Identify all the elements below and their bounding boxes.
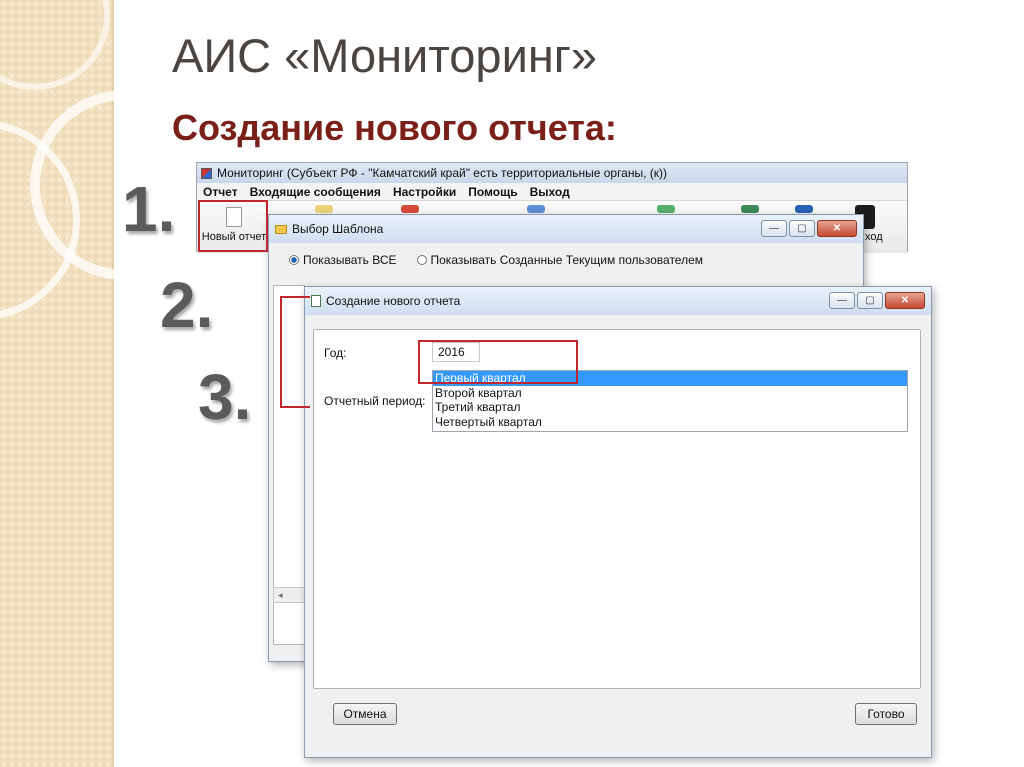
menu-item-incoming[interactable]: Входящие сообщения	[250, 185, 381, 199]
send-icon[interactable]	[527, 205, 545, 213]
minimize-icon[interactable]: —	[761, 220, 787, 237]
app-icon	[201, 167, 212, 179]
app-title: Мониторинг (Субъект РФ - "Камчатский кра…	[217, 166, 668, 180]
tools-icon[interactable]	[741, 205, 759, 213]
create-report-window: Создание нового отчета — ▢ ✕ Год: 2016 О…	[304, 286, 932, 758]
create-report-title: Создание нового отчета	[326, 294, 461, 308]
done-button[interactable]: Готово	[855, 703, 917, 725]
menu-item-exit[interactable]: Выход	[530, 185, 570, 199]
step-number-2: 2.	[160, 269, 214, 341]
period-option[interactable]: Второй квартал	[433, 386, 907, 401]
form-icon	[311, 295, 321, 307]
radio-show-user-label: Показывать Созданные Текущим пользовател…	[430, 253, 704, 267]
app-menubar: Отчет Входящие сообщения Настройки Помощ…	[197, 183, 907, 201]
window-controls: — ▢ ✕	[829, 292, 925, 309]
menu-item-report[interactable]: Отчет	[203, 185, 238, 199]
template-window-titlebar: Выбор Шаблона — ▢ ✕	[269, 215, 863, 243]
highlight-box-new-report	[198, 200, 268, 252]
period-option[interactable]: Четвертый квартал	[433, 415, 907, 430]
slide-title: АИС «Мониторинг»	[172, 29, 598, 82]
step-number-1: 1.	[122, 173, 176, 245]
minimize-icon[interactable]: —	[829, 292, 855, 309]
create-report-titlebar: Создание нового отчета — ▢ ✕	[305, 287, 931, 315]
highlight-box-year-period	[418, 340, 578, 384]
decorative-arc	[0, 0, 110, 90]
template-filter: Показывать ВСЕ Показывать Созданные Теку…	[269, 243, 863, 267]
folder-icon	[275, 224, 287, 234]
close-icon[interactable]: ✕	[885, 292, 925, 309]
refresh-icon[interactable]	[401, 205, 419, 213]
maximize-icon[interactable]: ▢	[789, 220, 815, 237]
cancel-button[interactable]: Отмена	[333, 703, 397, 725]
info-icon[interactable]	[795, 205, 813, 213]
app-titlebar: Мониторинг (Субъект РФ - "Камчатский кра…	[197, 163, 907, 183]
highlight-box-template	[280, 296, 310, 408]
folder-icon[interactable]	[315, 205, 333, 213]
period-option[interactable]: Третий квартал	[433, 400, 907, 415]
year-label: Год:	[324, 346, 347, 360]
exit-label: ход	[865, 231, 883, 243]
step-number-3: 3.	[198, 361, 252, 433]
menu-item-settings[interactable]: Настройки	[393, 185, 456, 199]
report-form: Год: 2016 Отчетный период: Первый кварта…	[313, 329, 921, 689]
menu-item-help[interactable]: Помощь	[468, 185, 517, 199]
period-label: Отчетный период:	[324, 394, 426, 408]
users-icon[interactable]	[657, 205, 675, 213]
radio-icon	[289, 255, 299, 265]
radio-icon	[416, 255, 427, 265]
close-icon[interactable]: ✕	[817, 220, 857, 237]
radio-show-all[interactable]: Показывать ВСЕ	[289, 253, 397, 267]
window-controls: — ▢ ✕	[761, 220, 857, 237]
slide-subtitle: Создание нового отчета:	[172, 107, 617, 148]
radio-show-user[interactable]: Показывать Созданные Текущим пользовател…	[416, 253, 704, 267]
maximize-icon[interactable]: ▢	[857, 292, 883, 309]
template-window-title: Выбор Шаблона	[292, 222, 384, 236]
radio-show-all-label: Показывать ВСЕ	[303, 253, 397, 267]
